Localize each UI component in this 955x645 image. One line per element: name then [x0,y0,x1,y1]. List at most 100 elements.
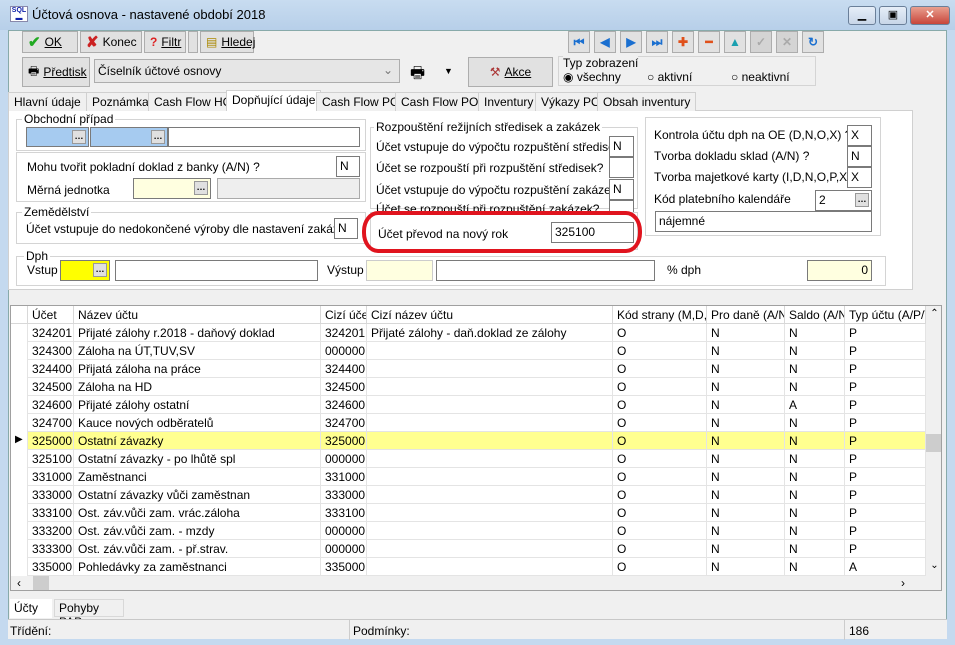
tab-cash-flow-po[interactable]: Cash Flow PO [316,92,406,111]
table-cell[interactable] [367,432,613,450]
table-cell[interactable]: P [845,396,926,414]
table-cell[interactable]: A [845,558,926,576]
obchodni-pripad-name[interactable] [168,127,360,147]
row-indicator[interactable] [11,342,28,360]
table-cell[interactable]: N [707,324,785,342]
table-cell[interactable]: O [613,450,707,468]
scroll-left-icon[interactable]: ‹ [17,576,21,590]
table-cell[interactable]: 000000 [321,540,367,558]
maximize-button[interactable]: ▣ [879,6,907,25]
table-cell[interactable]: N [785,540,845,558]
table-cell[interactable]: Kauce nových odběratelů [74,414,321,432]
ellipsis-icon[interactable]: … [72,130,86,144]
table-cell[interactable]: 333100 [321,504,367,522]
table-cell[interactable] [367,360,613,378]
confirm-icon[interactable]: ✓ [750,31,772,53]
row-indicator[interactable] [11,540,28,558]
column-header[interactable]: Cizí název účtu [367,306,613,324]
tab-hlavni-udaje[interactable]: Hlavní údaje [8,92,87,111]
table-cell[interactable]: 324400 [321,360,367,378]
report-combobox[interactable]: Číselník účtové osnovy ⌄ [94,59,400,83]
vertical-scrollbar[interactable]: ⌃ ⌄ [926,306,941,576]
row-indicator[interactable] [11,396,28,414]
table-cell[interactable]: N [785,324,845,342]
row-indicator[interactable] [11,360,28,378]
table-cell[interactable]: N [785,450,845,468]
table-cell[interactable]: 331000 [321,468,367,486]
table-cell[interactable]: Ost. záv.vůči zam. - př.strav. [74,540,321,558]
tab-poznamka[interactable]: Poznámka [86,92,155,111]
cancel-icon[interactable]: ✕ [776,31,798,53]
rozpousteni-field-2[interactable] [609,157,634,178]
table-cell[interactable]: N [707,414,785,432]
select-all-corner[interactable] [11,306,28,324]
sklad-field[interactable]: N [847,146,872,167]
table-cell[interactable]: P [845,378,926,396]
ellipsis-icon[interactable]: … [194,181,208,195]
add-icon[interactable]: ✚ [672,31,694,53]
table-cell[interactable]: P [845,360,926,378]
table-row[interactable]: 324600 Přijaté zálohy ostatní 324600 O N A P [11,396,926,414]
mohu-tvorit-field[interactable]: N [336,156,360,177]
table-cell[interactable]: P [845,504,926,522]
table-cell[interactable]: O [613,342,707,360]
table-cell[interactable] [367,486,613,504]
table-cell[interactable]: P [845,342,926,360]
table-cell[interactable]: N [707,432,785,450]
ellipsis-icon[interactable]: … [855,193,869,207]
dropdown-arrow-icon[interactable]: ▼ [444,66,453,76]
table-row[interactable]: 324201 Přijaté zálohy r.2018 - daňový dok… [11,324,926,342]
table-cell[interactable]: O [613,468,707,486]
table-cell[interactable]: N [785,432,845,450]
next-icon[interactable]: ▶ [620,31,642,53]
table-cell[interactable]: 000000 [321,342,367,360]
table-cell[interactable]: Přijaté zálohy - daň.doklad ze zálohy [367,324,613,342]
current-row-arrow-icon[interactable]: ▶ [11,432,28,450]
table-cell[interactable]: Záloha na ÚT,TUV,SV [74,342,321,360]
table-cell[interactable]: O [613,378,707,396]
table-cell[interactable]: 000000 [321,522,367,540]
row-indicator[interactable] [11,504,28,522]
table-cell[interactable]: 325000 [28,432,74,450]
table-row[interactable]: 325100 Ostatní závazky - po lhůtě spl 0000… [11,450,926,468]
radio-aktivni[interactable]: ○ aktivní [647,70,692,84]
row-indicator[interactable] [11,324,28,342]
refresh-icon[interactable]: ↻ [802,31,824,53]
scroll-up-icon[interactable]: ⌃ [926,308,941,319]
table-row[interactable]: 324700 Kauce nových odběratelů 324700 O N N P [11,414,926,432]
tab-cash-flow-poj[interactable]: Cash Flow POJ [395,92,491,111]
obchodni-pripad-field-1[interactable]: … [26,127,89,147]
table-cell[interactable] [367,450,613,468]
column-header[interactable]: Saldo (A/N) [785,306,845,324]
table-cell[interactable]: N [785,342,845,360]
first-icon[interactable]: ⏮ [568,31,590,53]
table-cell[interactable] [367,504,613,522]
close-button[interactable]: ✕ [910,6,950,25]
zemedelstvi-field[interactable]: N [334,218,358,239]
table-cell[interactable] [367,342,613,360]
horizontal-scrollbar[interactable]: ‹ › [11,576,941,590]
table-cell[interactable]: N [707,486,785,504]
vystup-field[interactable] [366,260,433,281]
kalendar-field[interactable]: 2… [815,190,872,211]
majetek-field[interactable]: X [847,167,872,188]
table-cell[interactable]: 325100 [28,450,74,468]
scroll-right-icon[interactable]: › [901,576,905,590]
radio-vsechny[interactable]: ◉ všechny [563,70,621,84]
tab-cash-flow-ho[interactable]: Cash Flow HO [148,92,239,111]
table-cell[interactable]: 324201 [321,324,367,342]
table-cell[interactable]: Přijatá záloha na práce [74,360,321,378]
table-cell[interactable]: N [707,504,785,522]
vystup-name[interactable] [436,260,655,281]
tab-obsah-inventury[interactable]: Obsah inventury [597,92,697,111]
table-cell[interactable]: Ostatní závazky - po lhůtě spl [74,450,321,468]
table-cell[interactable]: O [613,396,707,414]
table-cell[interactable]: P [845,522,926,540]
table-cell[interactable]: Ostatní závazky [74,432,321,450]
table-cell[interactable]: 324600 [28,396,74,414]
table-cell[interactable]: Pohledávky za zaměstnanci [74,558,321,576]
merna-jednotka-field[interactable]: … [133,178,211,199]
table-row[interactable]: 333200 Ost. záv.vůči zam. - mzdy 000000 O N N… [11,522,926,540]
table-cell[interactable]: Zaměstnanci [74,468,321,486]
table-row[interactable]: ▶ 325000 Ostatní závazky 325000 O N N P [11,432,926,450]
